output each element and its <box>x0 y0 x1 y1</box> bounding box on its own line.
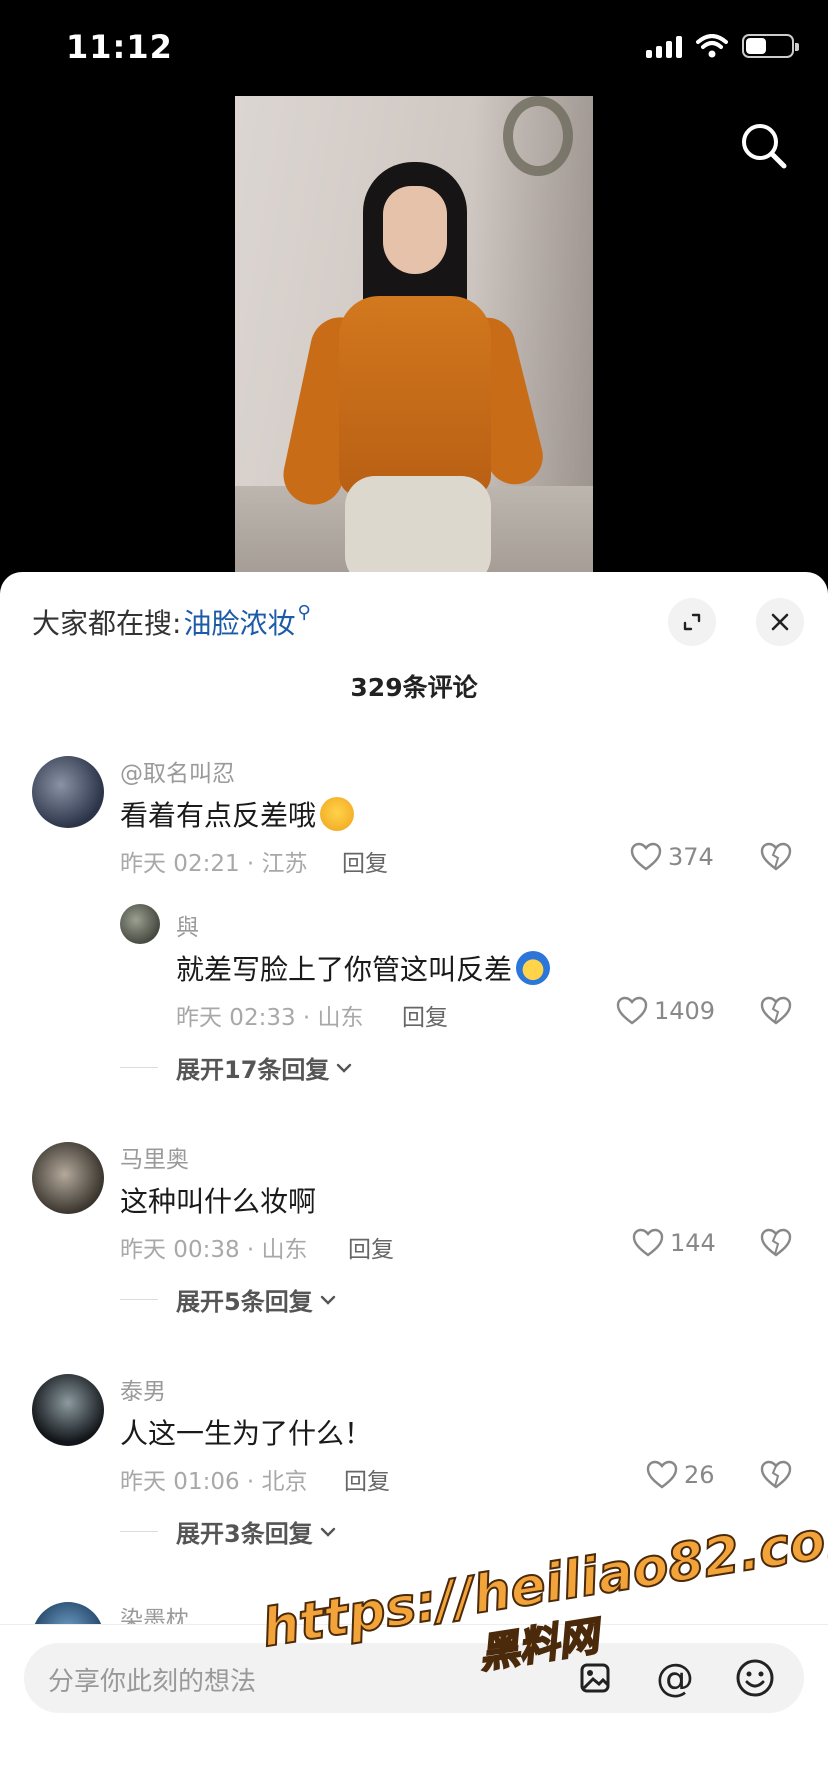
input-placeholder: 分享你此刻的想法 <box>48 1667 257 1697</box>
signal-icon <box>646 34 682 58</box>
hot-search-label: 大家都在搜: <box>32 607 182 640</box>
reply-button[interactable]: 回复 <box>348 1230 394 1264</box>
like-count: 1409 <box>654 997 716 1025</box>
status-time: 11:12 <box>66 28 173 66</box>
comment-meta: 昨天 01:06 · 北京 <box>120 1469 308 1495</box>
reply-avatar[interactable] <box>120 904 160 944</box>
close-icon <box>771 613 789 631</box>
reply-button[interactable]: 回复 <box>402 998 448 1032</box>
reply-button[interactable]: 回复 <box>344 1462 390 1496</box>
at-icon[interactable]: @ <box>652 1655 698 1701</box>
reply-username[interactable]: 與 <box>176 908 199 942</box>
heart-icon <box>646 1460 678 1489</box>
avatar[interactable] <box>32 756 104 828</box>
hot-search[interactable]: 大家都在搜: 油脸浓妆 ⚲ <box>32 602 311 642</box>
avatar[interactable] <box>32 1374 104 1446</box>
chevron-down-icon <box>337 1063 352 1073</box>
wifi-icon <box>696 34 728 58</box>
like-button[interactable]: 144 <box>632 1228 716 1258</box>
wreath-decoration <box>503 96 573 176</box>
heart-icon <box>632 1228 664 1257</box>
comment-username[interactable]: @取名叫忍 <box>120 754 235 788</box>
like-count: 144 <box>670 1229 716 1257</box>
expand-replies[interactable]: 展开17条回复 <box>120 1050 355 1085</box>
like-button[interactable]: 26 <box>646 1460 715 1490</box>
heart-icon <box>616 996 648 1025</box>
status-bar: 11:12 <box>0 0 828 96</box>
dislike-icon <box>760 842 792 871</box>
reply-meta: 昨天 02:33 · 山东 <box>176 1005 364 1031</box>
reply-text: 就差写脸上了你管这叫反差 <box>176 948 551 988</box>
comment-text: 人这一生为了什么！ <box>120 1417 373 1450</box>
comment-text: 看着有点反差哦 <box>120 794 355 834</box>
battery-icon <box>742 34 799 58</box>
expand-icon <box>683 613 701 631</box>
like-button[interactable]: 1409 <box>616 996 715 1026</box>
comment-meta: 昨天 02:21 · 江苏 <box>120 851 308 877</box>
avatar[interactable] <box>32 1142 104 1214</box>
emoji-icon[interactable] <box>732 1655 778 1701</box>
dislike-button[interactable] <box>760 1228 792 1262</box>
close-button[interactable] <box>756 598 804 646</box>
comment-username[interactable]: 泰男 <box>120 1372 166 1406</box>
search-icon[interactable] <box>734 116 794 176</box>
woman-figure <box>339 296 491 496</box>
dislike-button[interactable] <box>760 996 792 1030</box>
dislike-icon <box>760 1460 792 1489</box>
video-area[interactable] <box>0 96 828 576</box>
small-search-icon: ⚲ <box>297 601 311 623</box>
status-icons <box>646 34 799 58</box>
expand-button[interactable] <box>668 598 716 646</box>
hot-search-term[interactable]: 油脸浓妆 <box>183 602 295 642</box>
comment-meta: 昨天 00:38 · 山东 <box>120 1237 308 1263</box>
dislike-button[interactable] <box>760 1460 792 1494</box>
chevron-down-icon <box>320 1295 335 1305</box>
comment-text: 这种叫什么妆啊 <box>120 1185 317 1218</box>
comments-count: 329条评论 <box>350 673 478 702</box>
dislike-icon <box>760 1228 792 1257</box>
dislike-icon <box>760 996 792 1025</box>
expand-replies[interactable]: 展开3条回复 <box>120 1514 339 1549</box>
expand-replies[interactable]: 展开5条回复 <box>120 1282 339 1317</box>
video-frame[interactable] <box>235 96 593 576</box>
emoji-icon <box>320 797 355 831</box>
like-button[interactable]: 374 <box>630 842 714 872</box>
emoji-icon <box>516 951 551 985</box>
comment-username[interactable]: 马里奥 <box>120 1140 189 1174</box>
chevron-down-icon <box>320 1527 335 1537</box>
like-count: 374 <box>668 843 714 871</box>
reply-button[interactable]: 回复 <box>342 844 388 878</box>
dislike-button[interactable] <box>760 842 792 876</box>
heart-icon <box>630 842 662 871</box>
like-count: 26 <box>684 1461 715 1489</box>
